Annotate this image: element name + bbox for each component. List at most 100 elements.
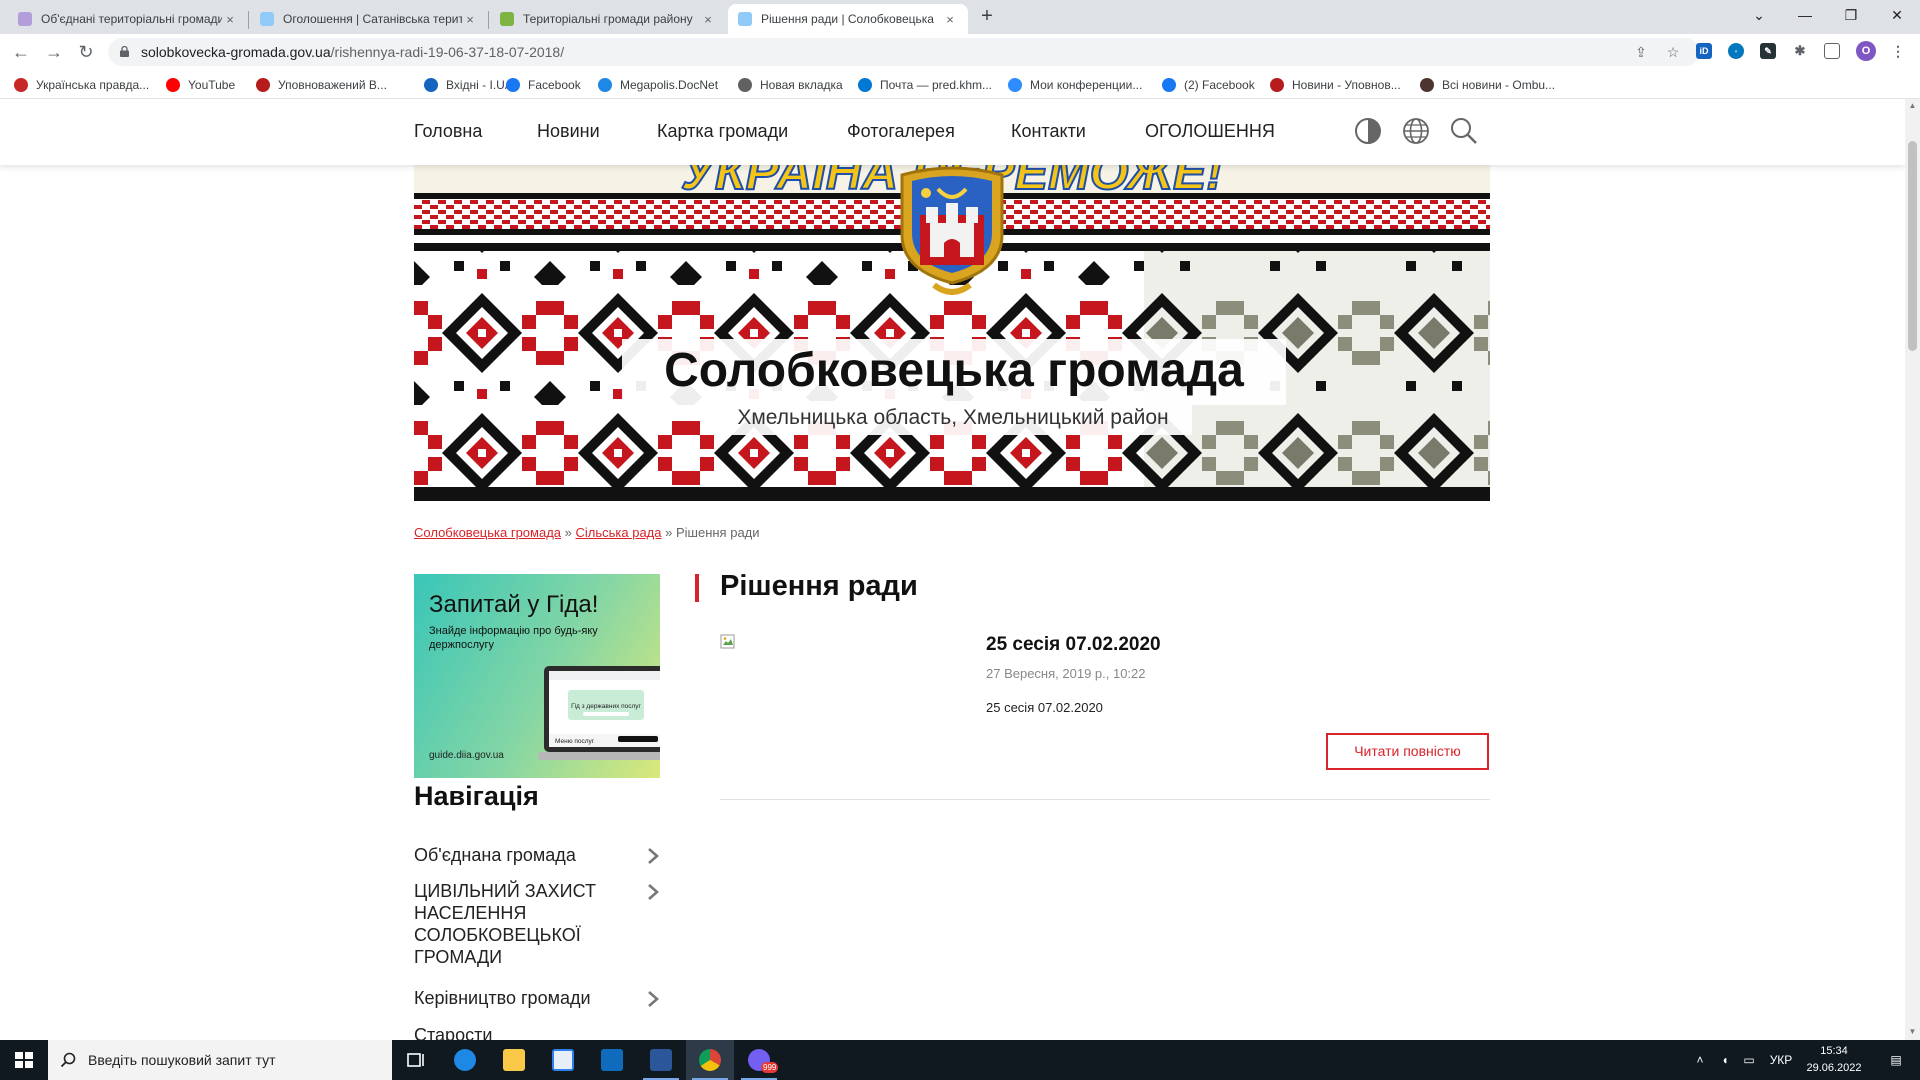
- new-tab-button[interactable]: +: [976, 5, 998, 27]
- breadcrumb-home-link[interactable]: Солобковецька громада: [414, 525, 561, 540]
- tab-close-icon[interactable]: ×: [462, 12, 478, 27]
- back-icon[interactable]: ←: [8, 39, 34, 65]
- viber-badge: 999: [761, 1062, 779, 1073]
- breadcrumb-council-link[interactable]: Сільська рада: [576, 525, 662, 540]
- browser-menu-icon[interactable]: ⋮: [1890, 43, 1906, 59]
- taskbar-chrome[interactable]: [686, 1040, 734, 1080]
- bookmark-item[interactable]: Вхідні - I.UA: [424, 76, 513, 94]
- sidebar-item-community[interactable]: Об'єднана громада: [414, 844, 644, 866]
- notifications-icon[interactable]: ▤: [1884, 1040, 1908, 1080]
- chevron-right-icon[interactable]: [646, 846, 660, 866]
- chevron-right-icon[interactable]: [646, 882, 660, 902]
- tab-close-icon[interactable]: ×: [700, 12, 716, 27]
- taskbar-mail[interactable]: [588, 1040, 636, 1080]
- bookmark-item[interactable]: Новини - Уповнов...: [1270, 76, 1401, 94]
- site-subtitle: Хмельницька область, Хмельницький район: [714, 401, 1192, 435]
- bookmark-item[interactable]: Почта — pred.khm...: [858, 76, 992, 94]
- taskbar-search-placeholder: Введіть пошуковий запит тут: [88, 1052, 276, 1068]
- reload-icon[interactable]: ↻: [73, 39, 99, 65]
- windows-start-icon[interactable]: [0, 1040, 48, 1080]
- page-scrollbar[interactable]: ▲ ▼: [1905, 99, 1920, 1040]
- bookmark-label: Facebook: [528, 78, 581, 92]
- contrast-icon[interactable]: [1354, 117, 1382, 145]
- ombudsman-icon: [1420, 78, 1434, 92]
- clock-time[interactable]: 15:34: [1808, 1045, 1860, 1057]
- bookmark-star-icon[interactable]: ☆: [1664, 43, 1682, 61]
- browser-tab-active[interactable]: Рішення ради | Солобковецька ×: [728, 4, 968, 34]
- restore-icon[interactable]: ❐: [1828, 0, 1874, 32]
- taskbar-store[interactable]: [539, 1040, 587, 1080]
- breadcrumb-separator: »: [564, 525, 572, 540]
- profile-avatar[interactable]: O: [1856, 41, 1876, 61]
- nav-news[interactable]: Новини: [537, 121, 600, 142]
- bookmark-label: Megapolis.DocNet: [620, 78, 719, 92]
- broken-image-icon[interactable]: [720, 634, 736, 650]
- nav-community-card[interactable]: Картка громади: [657, 121, 788, 142]
- edge-icon: [454, 1049, 476, 1071]
- chevron-right-icon[interactable]: [646, 989, 660, 1009]
- bookmark-item[interactable]: Українська правда...: [14, 76, 149, 94]
- bookmark-item[interactable]: Facebook: [506, 76, 581, 94]
- nav-contacts[interactable]: Контакти: [1011, 121, 1086, 142]
- taskbar-file-explorer[interactable]: [490, 1040, 538, 1080]
- bookmark-item[interactable]: Новая вкладка: [738, 76, 843, 94]
- post-title[interactable]: 25 сесія 07.02.2020: [986, 634, 1161, 656]
- diia-guide-banner[interactable]: Запитай у Гіда! Знайде інформацію про бу…: [414, 574, 660, 778]
- tray-chevron-icon[interactable]: ˄: [1690, 1040, 1710, 1080]
- extension-cloud-icon[interactable]: ◦: [1728, 43, 1744, 59]
- close-window-icon[interactable]: ✕: [1874, 0, 1920, 32]
- bookmark-label: (2) Facebook: [1184, 78, 1255, 92]
- bookmark-item[interactable]: YouTube: [166, 76, 235, 94]
- network-icon[interactable]: ▭: [1738, 1040, 1760, 1080]
- nav-home[interactable]: Головна: [414, 121, 482, 142]
- taskbar-viber[interactable]: 999: [735, 1040, 783, 1080]
- globe-icon: [738, 78, 752, 92]
- nav-announcements[interactable]: ОГОЛОШЕННЯ: [1145, 121, 1275, 142]
- bookmark-item[interactable]: Мои конференции...: [1008, 76, 1142, 94]
- bookmark-label: Вхідні - I.UA: [446, 78, 513, 92]
- extensions-puzzle-icon[interactable]: ✱: [1792, 43, 1808, 59]
- post-excerpt: 25 сесія 07.02.2020: [986, 700, 1103, 715]
- scroll-thumb[interactable]: [1908, 141, 1917, 351]
- read-more-button[interactable]: Читати повністю: [1326, 733, 1489, 770]
- tab-close-icon[interactable]: ×: [222, 12, 238, 27]
- tab-favicon-icon: [738, 12, 752, 26]
- language-globe-icon[interactable]: [1402, 117, 1430, 145]
- task-view-button[interactable]: [392, 1040, 440, 1080]
- clock-date[interactable]: 29.06.2022: [1800, 1062, 1868, 1074]
- tab-close-icon[interactable]: ×: [942, 12, 958, 27]
- bookmark-label: Українська правда...: [36, 78, 150, 92]
- sidepanel-icon[interactable]: [1824, 43, 1840, 59]
- language-indicator[interactable]: УКР: [1764, 1040, 1798, 1080]
- extension-id-icon[interactable]: iD: [1696, 43, 1712, 59]
- bookmark-item[interactable]: Всі новини - Ombu...: [1420, 76, 1555, 94]
- tab-search-icon[interactable]: ⌄: [1736, 0, 1782, 32]
- taskbar-edge[interactable]: [441, 1040, 489, 1080]
- scroll-down-icon[interactable]: ▼: [1908, 1027, 1917, 1036]
- scroll-up-icon[interactable]: ▲: [1908, 101, 1917, 110]
- bookmark-item[interactable]: (2) Facebook: [1162, 76, 1255, 94]
- forward-icon[interactable]: →: [41, 39, 67, 65]
- site-navigation: Головна Новини Картка громади Фотогалере…: [0, 99, 1905, 165]
- sidebar-item-elders[interactable]: Старости: [414, 1024, 644, 1040]
- address-bar[interactable]: solobkovecka-gromada.gov.ua/rishennya-ra…: [108, 38, 1700, 66]
- taskbar-search-box[interactable]: Введіть пошуковий запит тут: [48, 1040, 392, 1080]
- breadcrumb-separator: »: [665, 525, 673, 540]
- bookmark-item[interactable]: Уповноважений В...: [256, 76, 387, 94]
- laptop-screen-text: Гід з державних послуг: [571, 702, 641, 710]
- extension-sign-icon[interactable]: ✎: [1760, 43, 1776, 59]
- volume-icon[interactable]: ◖: [1714, 1040, 1736, 1080]
- search-icon: [60, 1052, 76, 1068]
- sidebar-item-leadership[interactable]: Керівництво громади: [414, 987, 644, 1009]
- nav-photo-gallery[interactable]: Фотогалерея: [847, 121, 955, 142]
- taskbar-word[interactable]: [637, 1040, 685, 1080]
- browser-tab[interactable]: Територіальні громади району ×: [490, 4, 726, 34]
- search-icon[interactable]: [1450, 117, 1478, 145]
- browser-tab[interactable]: Оголошення | Сатанівська терит ×: [250, 4, 488, 34]
- minimize-icon[interactable]: —: [1782, 0, 1828, 32]
- bookmark-item[interactable]: Megapolis.DocNet: [598, 76, 718, 94]
- sidebar-item-civil-defense[interactable]: ЦИВІЛЬНИЙ ЗАХИСТ НАСЕЛЕННЯ СОЛОБКОВЕЦЬКО…: [414, 880, 644, 968]
- url-host: solobkovecka-gromada.gov.ua: [141, 44, 331, 60]
- browser-tab[interactable]: Об'єднані територіальні громади ×: [8, 4, 248, 34]
- share-icon[interactable]: ⇪: [1632, 43, 1650, 61]
